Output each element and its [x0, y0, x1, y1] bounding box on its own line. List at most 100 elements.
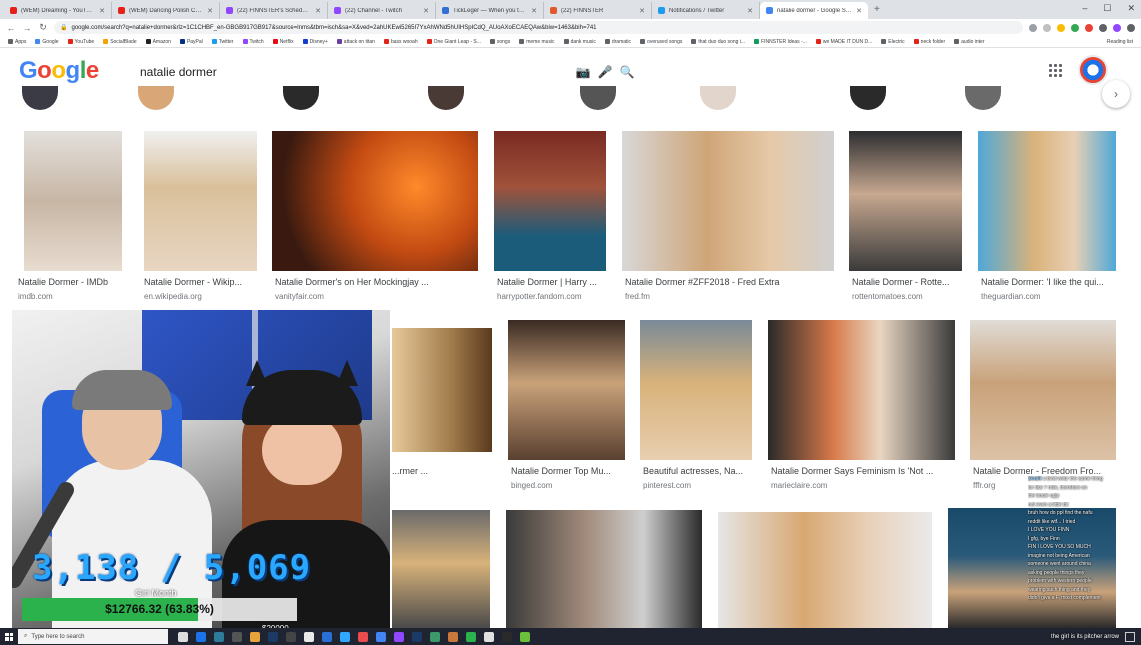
star-icon[interactable]	[1057, 23, 1065, 32]
result-title[interactable]: Natalie Dormer: 'I like the qui...	[981, 277, 1116, 287]
related-chip[interactable]	[138, 86, 174, 110]
search-box[interactable]: natalie dormer 📷 🎤 🔍	[124, 58, 654, 86]
bookmark-item[interactable]: FINNSTER Ideas -...	[754, 39, 807, 45]
extension-icon[interactable]	[1071, 23, 1079, 32]
close-tab-icon[interactable]: ✕	[99, 7, 105, 15]
app-icon[interactable]	[358, 631, 368, 642]
extension-icon[interactable]	[1099, 23, 1107, 32]
result-title[interactable]: Natalie Dormer's on Her Mockingjay ...	[275, 277, 478, 287]
result-title[interactable]: Natalie Dormer | Harry ...	[497, 277, 606, 287]
browser-tab[interactable]: TickLeger — When you talk to ✕	[436, 2, 544, 19]
image-result[interactable]: ...rmer ...	[392, 328, 492, 476]
back-icon[interactable]: ←	[6, 23, 16, 33]
result-title[interactable]: Natalie Dormer - Rotte...	[852, 277, 962, 287]
image-result[interactable]: Natalie Dormer Top Mu... binged.com	[508, 320, 625, 490]
result-title[interactable]: Beautiful actresses, Na...	[643, 466, 752, 476]
related-chip[interactable]	[283, 86, 319, 110]
app-icon[interactable]	[214, 631, 224, 642]
start-button[interactable]	[0, 628, 18, 645]
result-title[interactable]: Natalie Dormer - Freedom Fro...	[973, 466, 1116, 476]
app-icon[interactable]	[196, 631, 206, 642]
bookmark-item[interactable]: neck folder	[913, 39, 945, 45]
minimize-icon[interactable]: –	[1082, 3, 1087, 14]
profile-icon[interactable]	[1113, 23, 1121, 32]
bookmark-item[interactable]: Apps	[8, 39, 26, 45]
share-icon[interactable]	[1043, 23, 1051, 32]
new-tab-icon[interactable]: +	[868, 2, 886, 19]
avatar[interactable]	[1078, 55, 1108, 85]
related-chip[interactable]	[965, 86, 1001, 110]
folder-icon[interactable]	[250, 631, 260, 642]
image-result[interactable]: Natalie Dormer - Freedom Fro... fffr.org	[970, 320, 1116, 490]
close-tab-icon[interactable]: ✕	[747, 7, 753, 15]
image-result[interactable]: Natalie Dormer's on Her Mockingjay ... v…	[272, 131, 478, 301]
bookmark-item[interactable]: Twitch	[242, 39, 264, 45]
image-result[interactable]: Natalie Dormer | Harry ... harrypotter.f…	[494, 131, 606, 301]
reload-icon[interactable]: ↻	[38, 22, 48, 33]
image-result[interactable]: Natalie Dormer #ZFF2018 - Fred Extra fre…	[622, 131, 834, 301]
notification-icon[interactable]	[1125, 631, 1135, 642]
image-result[interactable]: Natalie Dormer - Rotte... rottentomatoes…	[849, 131, 962, 301]
app-icon[interactable]	[484, 631, 494, 642]
related-chip[interactable]	[850, 86, 886, 110]
result-title[interactable]: Natalie Dormer - IMDb	[18, 277, 122, 287]
browser-tab[interactable]: (22) Channel - Twitch ✕	[328, 2, 436, 19]
chevron-right-icon[interactable]: ›	[1102, 80, 1130, 108]
app-icon[interactable]	[448, 631, 458, 642]
related-chip[interactable]	[700, 86, 736, 110]
bookmark-item[interactable]: Google	[35, 39, 59, 45]
steam-icon[interactable]	[268, 631, 278, 642]
bookmark-item[interactable]: dramatic	[604, 39, 631, 45]
search-icon[interactable]: 🔍	[616, 65, 638, 79]
search-icon[interactable]	[1029, 23, 1037, 32]
browser-tab[interactable]: (22) FINNSTER's Schedule · Twit ✕	[220, 2, 328, 19]
close-tab-icon[interactable]: ✕	[423, 7, 429, 15]
related-chip[interactable]	[428, 86, 464, 110]
close-tab-icon[interactable]: ✕	[315, 7, 321, 15]
app-icon[interactable]	[430, 631, 440, 642]
close-tab-icon[interactable]: ✕	[207, 7, 213, 15]
extension-icon[interactable]	[1085, 23, 1093, 32]
bookmark-item[interactable]: that duo duo song i...	[691, 39, 745, 45]
bookmark-item[interactable]: audio inter	[954, 39, 985, 45]
bookmark-item[interactable]: attack on titan	[336, 39, 375, 45]
app-icon[interactable]	[466, 631, 476, 642]
image-result[interactable]: Natalie Dormer: 'I like the qui... thegu…	[978, 131, 1116, 301]
search-input[interactable]: natalie dormer	[140, 65, 572, 79]
image-result[interactable]: Natalie Dormer - Wikip... en.wikipedia.o…	[144, 131, 257, 301]
bookmark-item[interactable]: One Giant Leap - S...	[426, 39, 481, 45]
photoshop-icon[interactable]	[340, 631, 350, 642]
apps-grid-icon[interactable]	[1049, 64, 1062, 77]
browser-tab[interactable]: (WEM) Dreaming - YouTube ✕	[4, 2, 112, 19]
result-title[interactable]: Natalie Dormer Says Feminism Is 'Not ...	[771, 466, 955, 476]
bookmark-item[interactable]: Disney+	[302, 39, 328, 45]
app-icon[interactable]	[502, 631, 512, 642]
app-icon[interactable]	[322, 631, 332, 642]
result-title[interactable]: Natalie Dormer Top Mu...	[511, 466, 625, 476]
bookmark-item[interactable]: we MADE IT DUN D...	[815, 39, 872, 45]
forward-icon[interactable]: →	[22, 23, 32, 33]
maximize-icon[interactable]: ☐	[1103, 3, 1111, 14]
bookmark-item[interactable]: bass wooah	[383, 39, 418, 45]
bookmark-item[interactable]: Twitter	[211, 39, 234, 45]
image-result[interactable]	[392, 510, 490, 628]
bookmark-item[interactable]: YouTube	[67, 39, 94, 45]
google-logo[interactable]: Google	[19, 57, 99, 85]
browser-tab[interactable]: (22) FINNSTER ✕	[544, 2, 652, 19]
twitch-icon[interactable]	[394, 631, 404, 642]
app-icon[interactable]	[304, 631, 314, 642]
task-view-icon[interactable]	[178, 631, 188, 642]
image-result[interactable]	[718, 512, 932, 628]
reading-list[interactable]: Reading list	[1107, 39, 1133, 45]
chrome-icon[interactable]	[376, 631, 386, 642]
bookmark-item[interactable]: Netflix	[272, 39, 294, 45]
bookmark-item[interactable]: Electric	[881, 39, 905, 45]
menu-icon[interactable]	[1127, 23, 1135, 32]
steam-icon[interactable]	[412, 631, 422, 642]
result-title[interactable]: Natalie Dormer #ZFF2018 - Fred Extra	[625, 277, 834, 287]
bookmark-item[interactable]: overused songs	[640, 39, 682, 45]
mic-icon[interactable]: 🎤	[594, 65, 616, 79]
camera-icon[interactable]: 📷	[572, 65, 594, 79]
bookmark-item[interactable]: dank music	[563, 39, 596, 45]
image-result[interactable]	[506, 510, 702, 628]
